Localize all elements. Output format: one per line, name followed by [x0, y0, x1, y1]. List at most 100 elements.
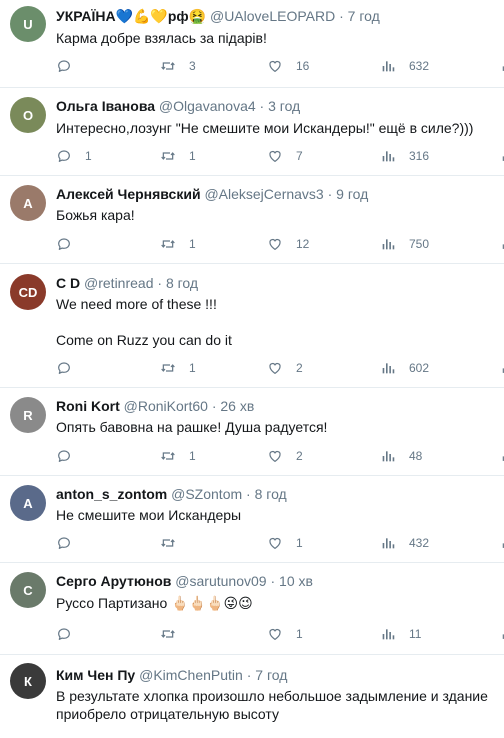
like-button[interactable]: 1	[267, 625, 303, 643]
tweet[interactable]: U УКРАЇНА💙💪💛рф🤮 @UAloveLEOPARD · 7 год К…	[0, 0, 504, 88]
avatar[interactable]: CD	[10, 274, 46, 310]
views-icon	[380, 58, 396, 74]
retweet-button[interactable]	[160, 625, 189, 643]
avatar[interactable]: С	[10, 572, 46, 608]
display-name[interactable]: Алексей Чернявский	[56, 186, 201, 202]
like-count: 2	[296, 449, 303, 463]
display-name[interactable]: Roni Kort	[56, 398, 120, 414]
avatar[interactable]: О	[10, 97, 46, 133]
timestamp[interactable]: 9 год	[336, 186, 368, 202]
avatar[interactable]: А	[10, 185, 46, 221]
views-icon	[380, 360, 396, 376]
tweet-text-line: Карма добре взялась за підарів!	[56, 30, 267, 46]
separator-dot: ·	[211, 398, 217, 414]
timestamp[interactable]: 26 хв	[220, 398, 254, 414]
avatar[interactable]: К	[10, 663, 46, 699]
username[interactable]: @Olgavanova4	[159, 98, 256, 114]
username[interactable]: @AleksejCernavs3	[204, 186, 323, 202]
display-name[interactable]: Серго Арутюнов	[56, 573, 171, 589]
views-button[interactable]: 432	[380, 534, 429, 552]
reply-button[interactable]	[56, 625, 85, 643]
like-button[interactable]: 7	[267, 147, 303, 165]
timestamp[interactable]: 8 год	[166, 275, 198, 291]
tweet[interactable]: CD C D @retinread · 8 год We need more o…	[0, 264, 504, 388]
timestamp[interactable]: 3 год	[268, 98, 300, 114]
like-count: 12	[296, 237, 310, 251]
timestamp[interactable]: 7 год	[255, 667, 287, 683]
reply-icon	[56, 535, 72, 551]
tweet-text-line: Руссо Партизано 🖕🏻🖕🏻🖕🏻😜😉	[56, 595, 253, 611]
views-button[interactable]: 316	[380, 147, 429, 165]
timestamp[interactable]: 10 хв	[279, 573, 313, 589]
display-name[interactable]: Ким Чен Пу	[56, 667, 135, 683]
views-count: 11	[409, 627, 422, 641]
like-button[interactable]: 16	[267, 57, 309, 75]
display-name[interactable]: C D	[56, 275, 80, 291]
reply-button[interactable]	[56, 359, 85, 377]
views-count: 602	[409, 361, 430, 375]
share-button[interactable]	[500, 57, 504, 76]
like-button[interactable]: 1	[267, 534, 303, 552]
views-button[interactable]: 632	[380, 57, 429, 75]
tweet[interactable]: К Ким Чен Пу @KimChenPutin · 7 год В рез…	[0, 655, 504, 735]
tweet[interactable]: A anton_s_zontom @SZontom · 8 год Не сме…	[0, 476, 504, 563]
avatar[interactable]: U	[10, 6, 46, 42]
like-icon	[267, 58, 283, 74]
tweet-actions: 1 2 602	[56, 359, 504, 377]
retweet-button[interactable]	[160, 534, 189, 552]
retweet-button[interactable]: 1	[160, 359, 196, 377]
views-button[interactable]: 11	[380, 625, 421, 643]
tweet[interactable]: С Серго Арутюнов @sarutunov09 · 10 хв Ру…	[0, 563, 504, 655]
share-button[interactable]	[500, 447, 504, 466]
tweet-text: Опять бавовна на рашке! Душа радуется!	[56, 418, 496, 436]
reply-icon	[56, 148, 72, 164]
display-name[interactable]: Ольга Іванова	[56, 98, 155, 114]
share-button[interactable]	[500, 625, 504, 644]
like-button[interactable]: 2	[267, 359, 303, 377]
reply-button[interactable]	[56, 447, 85, 465]
reply-button[interactable]	[56, 534, 85, 552]
share-button[interactable]	[500, 534, 504, 553]
username[interactable]: @sarutunov09	[175, 573, 266, 589]
retweet-button[interactable]: 1	[160, 147, 196, 165]
tweet-actions: 1 12 750	[56, 235, 504, 253]
tweet[interactable]: R Roni Kort @RoniKort60 · 26 хв Опять ба…	[0, 388, 504, 476]
timestamp[interactable]: 7 год	[348, 8, 380, 24]
retweet-button[interactable]: 3	[160, 57, 196, 75]
share-button[interactable]	[500, 147, 504, 166]
timestamp[interactable]: 8 год	[255, 486, 287, 502]
tweet-actions: 1 11	[56, 625, 504, 643]
tweet[interactable]: О Ольга Іванова @Olgavanova4 · 3 год Инт…	[0, 88, 504, 176]
views-button[interactable]: 48	[380, 447, 422, 465]
share-button[interactable]	[500, 359, 504, 378]
avatar[interactable]: R	[10, 397, 46, 433]
reply-button[interactable]	[56, 235, 85, 253]
views-count: 316	[409, 149, 430, 163]
username[interactable]: @KimChenPutin	[139, 667, 243, 683]
like-icon	[267, 360, 283, 376]
avatar[interactable]: A	[10, 485, 46, 521]
retweet-button[interactable]: 1	[160, 447, 196, 465]
display-name[interactable]: anton_s_zontom	[56, 486, 167, 502]
share-icon	[500, 452, 504, 466]
tweet-text: Интересно,лозунг "Не смешите мои Исканде…	[56, 119, 496, 137]
views-count: 48	[409, 449, 423, 463]
username[interactable]: @UAloveLEOPARD	[210, 8, 335, 24]
views-button[interactable]: 602	[380, 359, 429, 377]
tweet[interactable]: А Алексей Чернявский @AleksejCernavs3 · …	[0, 176, 504, 264]
retweet-icon	[160, 448, 176, 464]
reply-button[interactable]: 1	[56, 147, 92, 165]
like-button[interactable]: 12	[267, 235, 309, 253]
retweet-icon	[160, 626, 176, 642]
username[interactable]: @SZontom	[171, 486, 242, 502]
tweet-text-line: Не смешите мои Искандеры	[56, 507, 242, 523]
username[interactable]: @retinread	[84, 275, 153, 291]
views-button[interactable]: 750	[380, 235, 429, 253]
share-button[interactable]	[500, 235, 504, 254]
username[interactable]: @RoniKort60	[124, 398, 208, 414]
display-name[interactable]: УКРАЇНА💙💪💛рф🤮	[56, 8, 206, 24]
reply-button[interactable]	[56, 57, 85, 75]
retweet-button[interactable]: 1	[160, 235, 196, 253]
like-button[interactable]: 2	[267, 447, 303, 465]
tweet-text: Руссо Партизано 🖕🏻🖕🏻🖕🏻😜😉	[56, 594, 496, 612]
